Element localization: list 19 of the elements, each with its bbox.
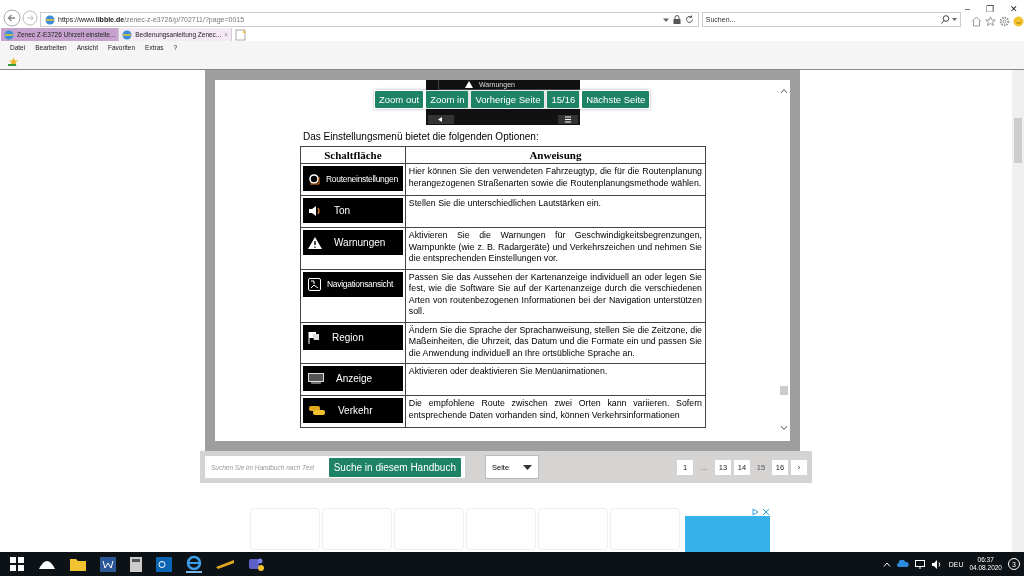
viewer-button[interactable]: Zoom in [426, 91, 469, 108]
viewer-button[interactable]: Vorherige Seite [471, 91, 545, 108]
table-cell: Hier können Sie den verwendeten Fahrzeugtyp, die für die Routenplanung herangezogenen Straßenarten sowie die Routenplanungsmethode wählen. [405, 163, 706, 196]
column-header: Anweisung [405, 146, 706, 164]
table-cell: Ändern Sie die Sprache der Sprachanweisung, stellen Sie die Zeitzone, die Maßeinheiten, die Uhrzeit, das Datum und die Formate ein und passen Sie die Anwendung individuell an Ihre ortsübliche Sprache an. [405, 322, 706, 364]
table-cell: Aktivieren Sie die Warnungen für Geschwindigkeitsbegrenzungen, Warnpunkte (wie z. B. Radargeräte) und Verkehrszeichen und nehmen Sie die entsprechenden Einstellungen vor. [405, 227, 706, 269]
search-manual-button[interactable]: Suche in diesem Handbuch [328, 457, 461, 477]
table-cell: Die empfohlene Route zwischen zwei Orten kann variieren. Sofern entsprechende Daten vorhanden sind, können Verkehrsinformationen [405, 395, 706, 428]
table-cell: Stellen Sie die unterschiedlichen Lautstärken ein. [405, 195, 706, 228]
intro-text: Das Einstellungsmenü bietet die folgenden Optionen: [303, 131, 540, 142]
window-control[interactable]: ❐ [986, 4, 994, 14]
viewer-button[interactable]: Nächste Seite [582, 91, 650, 108]
table-cell: Aktivieren oder deaktivieren Sie Menüanimationen. [405, 363, 706, 396]
window-control[interactable]: – [965, 4, 970, 14]
column-header: Schaltfläche [300, 146, 406, 164]
viewer-button[interactable]: 15/16 [547, 91, 580, 108]
window-control[interactable]: ✕ [1010, 4, 1018, 14]
viewer-button[interactable]: Zoom out [375, 91, 424, 108]
table-cell: Passen Sie das Aussehen der Kartenanzeige individuell an oder legen Sie fest, wie die Software Sie auf der Kartenanzeige durch die verschiedenen Arten von routenbezogenen Informationen bei der Navigation unterstützen soll. [405, 269, 706, 322]
